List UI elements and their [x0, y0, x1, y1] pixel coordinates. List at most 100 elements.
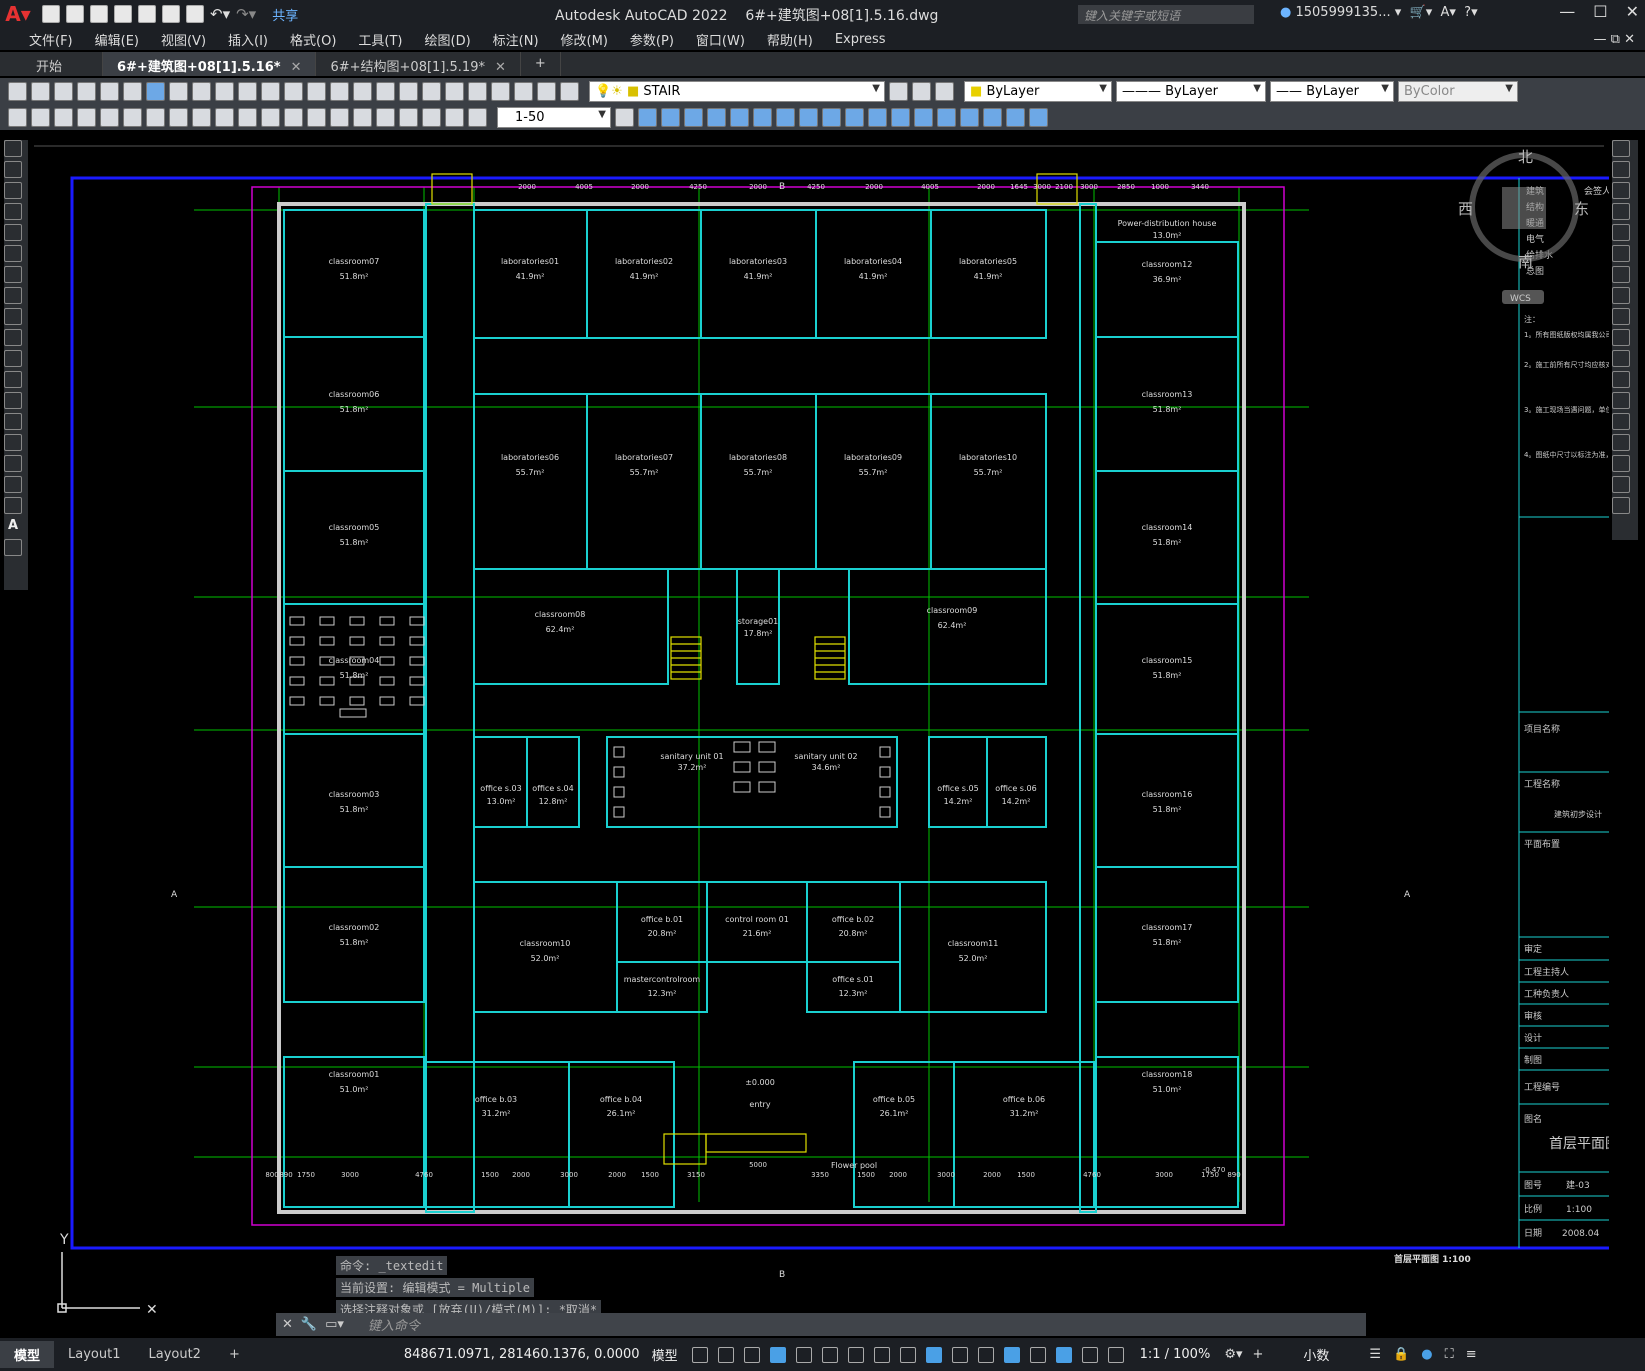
inspection-icon[interactable]: [376, 107, 395, 127]
tolerance-icon[interactable]: [330, 107, 349, 127]
search-input[interactable]: 键入关键字或短语: [1078, 5, 1254, 24]
stretch-icon[interactable]: [1612, 308, 1630, 325]
zoom-realtime-icon[interactable]: [330, 81, 349, 101]
workspace-icon[interactable]: ⚙▾: [1224, 1347, 1242, 1362]
menu-express[interactable]: Express: [824, 32, 897, 47]
interfere-icon[interactable]: [868, 107, 887, 127]
menu-view[interactable]: 视图(V): [150, 30, 217, 49]
separate-icon[interactable]: [1029, 107, 1048, 127]
drawing-canvas[interactable]: classroom07 51.8m² classroom06 51.8m² clas…: [34, 132, 1609, 1314]
plot-preview-icon[interactable]: [100, 81, 119, 101]
help-icon[interactable]: [537, 81, 556, 101]
intersect-icon[interactable]: [960, 107, 979, 127]
linetype-dropdown[interactable]: ——— ByLayer ▼: [1116, 80, 1266, 102]
polygon-icon[interactable]: [4, 203, 22, 220]
tab-start[interactable]: 开始: [0, 52, 104, 76]
isometric-icon[interactable]: [821, 1346, 838, 1363]
continue-dimension-icon[interactable]: [307, 107, 326, 127]
revolve-icon[interactable]: [799, 107, 818, 127]
dynamic-ucs-icon[interactable]: [1003, 1346, 1020, 1363]
tab-layout2[interactable]: Layout2: [134, 1343, 214, 1366]
layer-icon[interactable]: [8, 107, 27, 127]
point-icon[interactable]: [4, 413, 22, 430]
mirror-icon[interactable]: [1612, 182, 1630, 199]
annotation-scale[interactable]: 1:1 / 100%: [1140, 1347, 1211, 1362]
annotation-monitor-icon[interactable]: +: [1253, 1347, 1264, 1362]
selection-cycling-icon[interactable]: [951, 1346, 968, 1363]
tab-structure-drawing[interactable]: 6#+结构图+08[1].5.19* ✕: [316, 52, 521, 76]
sheet-set-icon[interactable]: [468, 81, 487, 101]
mtext-icon[interactable]: A: [4, 518, 22, 535]
3d-dwf-icon[interactable]: [146, 81, 165, 101]
hatch-icon[interactable]: [4, 434, 22, 451]
ellipse-arc-icon[interactable]: [4, 350, 22, 367]
menu-window[interactable]: 窗口(W): [685, 30, 756, 49]
tab-model[interactable]: 模型: [0, 1341, 55, 1368]
add-layout-button[interactable]: +: [215, 1343, 254, 1366]
table-icon[interactable]: [4, 497, 22, 514]
ellipse-icon[interactable]: [4, 329, 22, 346]
circle-icon[interactable]: [4, 266, 22, 283]
tab-layout1[interactable]: Layout1: [54, 1343, 134, 1366]
explode-icon[interactable]: [1612, 497, 1630, 514]
undo-icon[interactable]: [261, 81, 280, 101]
customize-icon[interactable]: 🔧: [301, 1317, 317, 1332]
extrude-icon[interactable]: [776, 107, 795, 127]
make-block-icon[interactable]: [4, 392, 22, 409]
doc-window-controls[interactable]: — ⧉ ✕: [1594, 32, 1635, 47]
object-snap-icon[interactable]: [873, 1346, 890, 1363]
save-icon[interactable]: [90, 5, 108, 23]
zoom-window-icon[interactable]: [353, 81, 372, 101]
layer-state-icon[interactable]: [935, 81, 954, 101]
tab-architecture-drawing[interactable]: 6#+建筑图+08[1].5.16* ✕: [103, 52, 317, 76]
polyline-icon[interactable]: [4, 182, 22, 199]
command-input[interactable]: 键入命令: [368, 1315, 420, 1334]
save-as-icon[interactable]: [114, 5, 132, 23]
subtract-icon[interactable]: [937, 107, 956, 127]
scale-icon[interactable]: [1612, 287, 1630, 304]
selection-filter-icon[interactable]: [1029, 1346, 1046, 1363]
new-icon[interactable]: [8, 81, 27, 101]
diameter-dimension-icon[interactable]: [215, 107, 234, 127]
shell-icon[interactable]: [1006, 107, 1025, 127]
spline-icon[interactable]: [4, 308, 22, 325]
wedge-icon[interactable]: [730, 107, 749, 127]
layer-match-icon[interactable]: [31, 107, 50, 127]
quick-properties-icon[interactable]: ☰: [1369, 1347, 1381, 1362]
fullscreen-icon[interactable]: ⛶: [1445, 1347, 1454, 1362]
close-icon[interactable]: ✕: [291, 60, 302, 75]
rotate-icon[interactable]: [1612, 266, 1630, 283]
plotstyle-dropdown[interactable]: ByColor ▼: [1398, 80, 1518, 102]
color-dropdown[interactable]: ■ ByLayer ▼: [964, 80, 1112, 102]
grid-icon[interactable]: [691, 1346, 708, 1363]
dimension-text-edit-icon[interactable]: [445, 107, 464, 127]
share-button[interactable]: 共享: [272, 5, 298, 24]
box-icon[interactable]: [638, 107, 657, 127]
transparency-icon[interactable]: [925, 1346, 942, 1363]
menu-dimension[interactable]: 标注(N): [482, 30, 550, 49]
markup-icon[interactable]: [491, 81, 510, 101]
lineweight-icon[interactable]: [899, 1346, 916, 1363]
recent-commands-icon[interactable]: ▭▾: [325, 1317, 344, 1332]
customization-icon[interactable]: ≡: [1466, 1347, 1477, 1362]
dimension-style-icon[interactable]: [615, 107, 634, 127]
zoom-previous-icon[interactable]: [376, 81, 395, 101]
join-icon[interactable]: [1612, 413, 1630, 430]
solid-edit-icon[interactable]: [983, 107, 1002, 127]
array-icon[interactable]: [1612, 224, 1630, 241]
properties-icon[interactable]: [399, 81, 418, 101]
close-icon[interactable]: ✕: [1626, 2, 1639, 21]
aligned-dimension-icon[interactable]: [100, 107, 119, 127]
new-icon[interactable]: [42, 5, 60, 23]
ortho-icon[interactable]: [769, 1346, 786, 1363]
layer-properties-icon[interactable]: [560, 81, 579, 101]
union-icon[interactable]: [914, 107, 933, 127]
center-mark-icon[interactable]: [353, 107, 372, 127]
publish-icon[interactable]: [123, 81, 142, 101]
annotation-scale-dropdown[interactable]: 1-50 ▼: [497, 106, 611, 128]
menu-parametric[interactable]: 参数(P): [619, 30, 685, 49]
dimension-edit-icon[interactable]: [422, 107, 441, 127]
cylinder-icon[interactable]: [684, 107, 703, 127]
break-icon[interactable]: [1612, 392, 1630, 409]
menu-modify[interactable]: 修改(M): [550, 30, 619, 49]
